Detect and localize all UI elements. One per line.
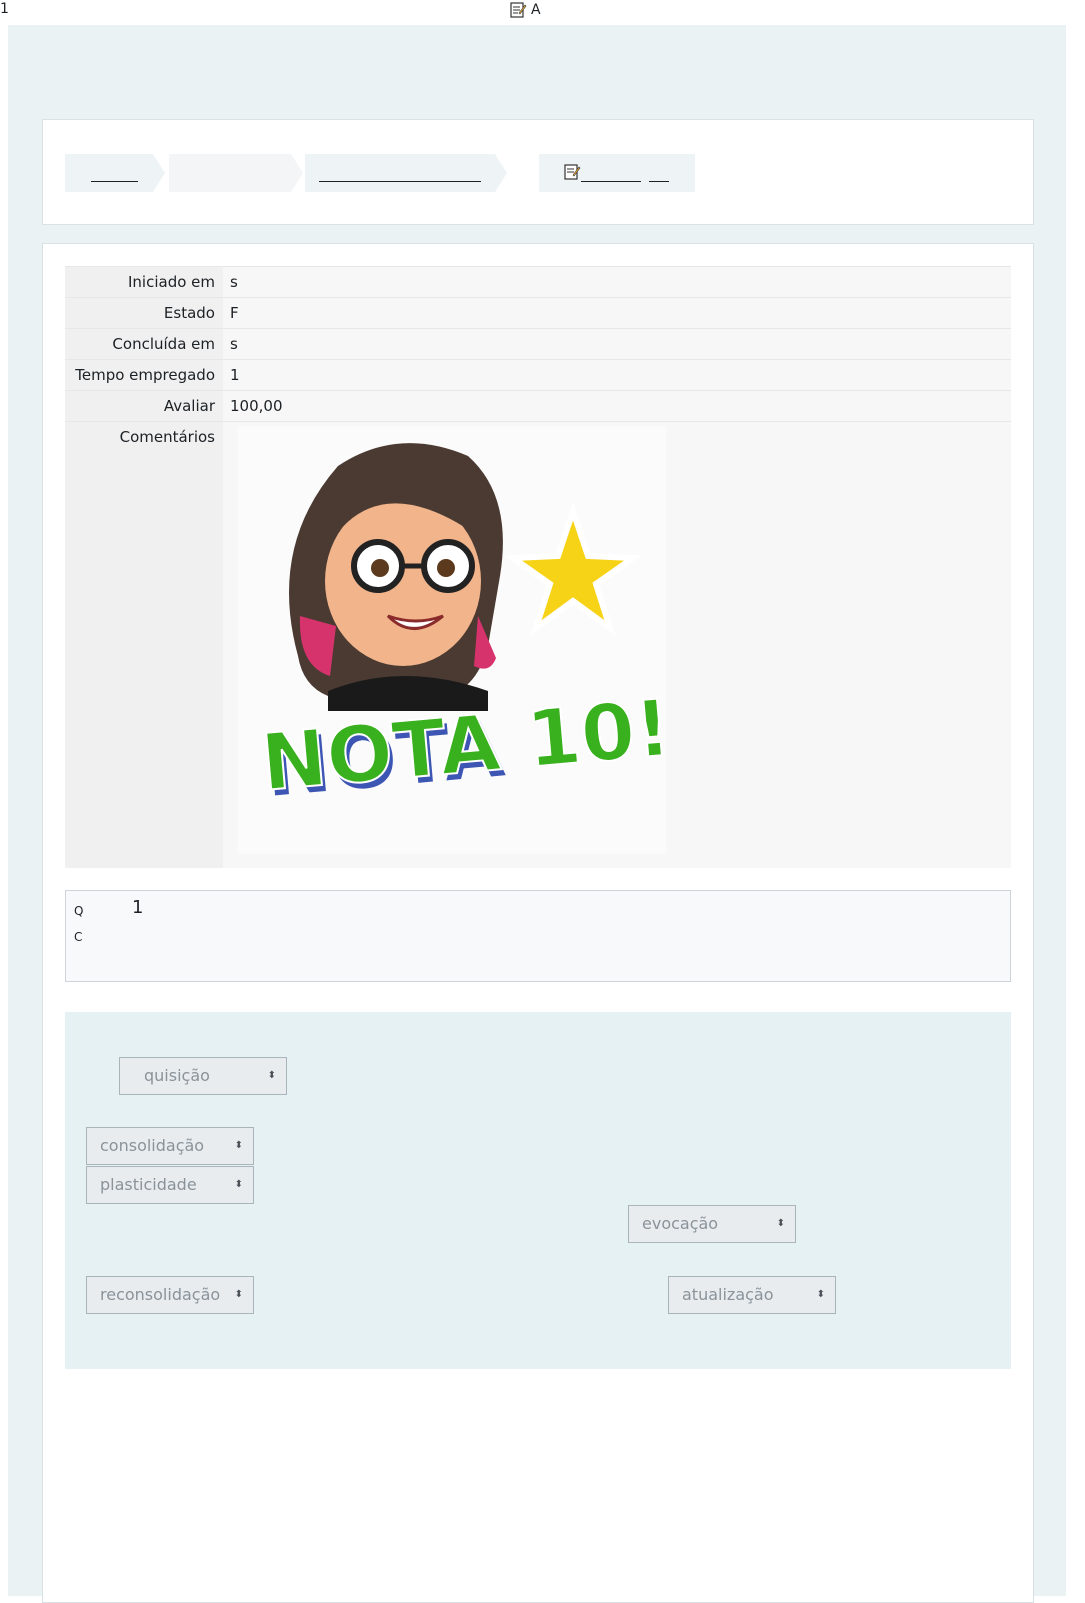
summary-row-state: Estado F — [65, 297, 1011, 328]
question-label: Q — [74, 904, 84, 918]
svg-text:NOTA 10!: NOTA 10! — [258, 684, 666, 809]
breadcrumb — [65, 154, 695, 192]
select-value: consolidação — [100, 1136, 205, 1155]
quiz-icon — [564, 164, 581, 180]
summary-label: Estado — [65, 298, 223, 328]
main-content: Iniciado em s Estado F Concluída em s Te… — [42, 243, 1034, 1603]
summary-value: s — [223, 267, 1011, 297]
select-value: plasticidade — [100, 1175, 197, 1194]
summary-label: Concluída em — [65, 329, 223, 359]
summary-row-started: Iniciado em s — [65, 266, 1011, 297]
answer-select-5[interactable]: reconsolidação ⬍ — [86, 1276, 254, 1314]
summary-label: Avaliar — [65, 391, 223, 421]
breadcrumb-item-2[interactable] — [169, 154, 291, 192]
summary-label: Iniciado em — [65, 267, 223, 297]
answer-select-6[interactable]: atualização ⬍ — [668, 1276, 836, 1314]
chevron-updown-icon: ⬍ — [816, 1289, 825, 1300]
summary-row-grade: Avaliar 100,00 — [65, 390, 1011, 421]
select-value: atualização — [682, 1285, 774, 1304]
summary-value: 1 — [223, 360, 1011, 390]
answer-select-2[interactable]: consolidação ⬍ — [86, 1127, 254, 1165]
select-value: evocação — [642, 1214, 719, 1233]
breadcrumb-item-4[interactable] — [511, 154, 535, 192]
quiz-icon — [510, 2, 527, 18]
summary-value: 100,00 — [223, 391, 1011, 421]
chevron-updown-icon: ⬍ — [776, 1218, 785, 1229]
page-title-text: A — [531, 2, 541, 18]
breadcrumb-card — [42, 119, 1034, 225]
avatar-sticker-image: NOTA NOTA 10! — [257, 443, 675, 815]
answer-select-1[interactable]: quisição ⬍ — [119, 1057, 287, 1095]
drop-zone-area: quisição ⬍ consolidação ⬍ plasticidade ⬍… — [65, 1012, 1011, 1369]
chevron-updown-icon: ⬍ — [267, 1070, 276, 1081]
summary-value: F — [223, 298, 1011, 328]
page-header-line: 1 A — [0, 0, 1085, 24]
chevron-updown-icon: ⬍ — [234, 1179, 243, 1190]
question-info-box: Q 1 C — [65, 890, 1011, 982]
summary-value: s — [223, 329, 1011, 359]
breadcrumb-item-5[interactable] — [539, 154, 695, 192]
answer-select-4[interactable]: evocação ⬍ — [628, 1205, 796, 1243]
chevron-updown-icon: ⬍ — [234, 1140, 243, 1151]
breadcrumb-item-3[interactable] — [305, 154, 495, 192]
summary-row-time-taken: Tempo empregado 1 — [65, 359, 1011, 390]
summary-label: Comentários — [65, 422, 223, 868]
breadcrumb-item-1[interactable] — [65, 154, 153, 192]
select-value: quisição — [144, 1066, 210, 1085]
select-value: reconsolidação — [100, 1285, 221, 1304]
question-status-label: C — [74, 930, 83, 944]
page-title: A — [509, 1, 541, 19]
chevron-updown-icon: ⬍ — [234, 1289, 243, 1300]
answer-select-3[interactable]: plasticidade ⬍ — [86, 1166, 254, 1204]
question-number: 1 — [132, 897, 144, 918]
summary-label: Tempo empregado — [65, 360, 223, 390]
page-number: 1 — [0, 1, 9, 17]
summary-row-completed: Concluída em s — [65, 328, 1011, 359]
nota-10-sticker: NOTA NOTA 10! — [238, 426, 675, 854]
